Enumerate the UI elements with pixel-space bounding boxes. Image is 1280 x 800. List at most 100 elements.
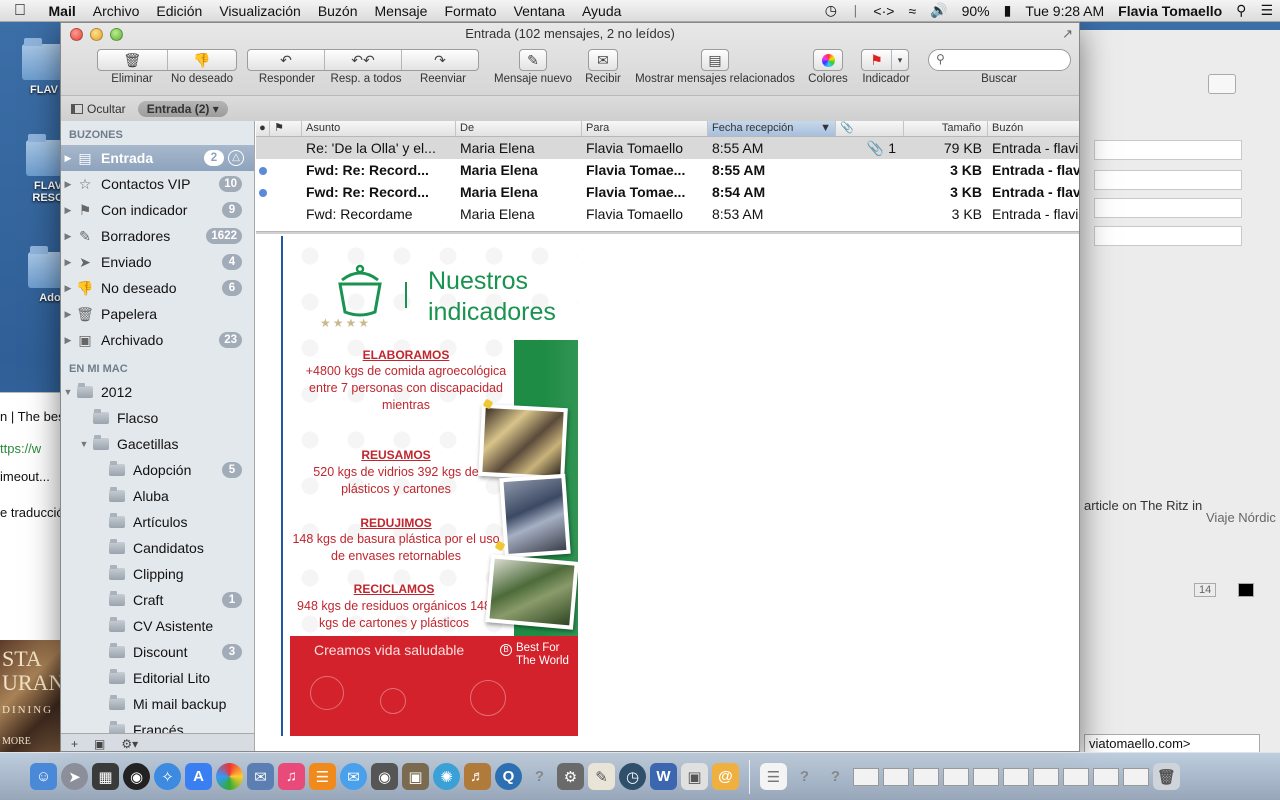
dashboard-icon[interactable]: ◉ — [123, 763, 150, 790]
safari-icon[interactable]: ✧ — [154, 763, 181, 790]
menu-buzon[interactable]: Buzón — [309, 3, 366, 19]
clock[interactable]: Tue 9:28 AM — [1018, 3, 1111, 19]
time-machine-dock-icon[interactable]: ◷ — [619, 763, 646, 790]
menu-ventana[interactable]: Ventana — [505, 3, 573, 19]
sidebar-item-adopción[interactable]: Adopción 5 — [61, 457, 254, 483]
time-machine-icon[interactable]: ◷ — [818, 2, 844, 19]
disclosure-closed-icon[interactable]: ▶ — [61, 335, 75, 346]
minimized-window-icon[interactable] — [883, 767, 909, 786]
junk-button[interactable]: 👎 — [168, 50, 237, 70]
app-store-icon[interactable]: A — [185, 763, 212, 790]
disclosure-open-icon[interactable]: ▼ — [77, 439, 91, 449]
user-name[interactable]: Flavia Tomaello — [1111, 3, 1229, 19]
minimized-window-icon[interactable] — [973, 767, 999, 786]
disclosure-closed-icon[interactable]: ▶ — [61, 309, 75, 320]
sidebar-item-gacetillas[interactable]: ▼ Gacetillas — [61, 431, 254, 457]
bg-field[interactable] — [1094, 170, 1242, 190]
mailbox-column-header[interactable]: Buzón — [988, 121, 1079, 136]
volume-icon[interactable]: 🔊 — [923, 2, 954, 19]
chevron-down-icon[interactable]: ▾ — [892, 50, 908, 70]
minimized-window-icon[interactable] — [1033, 767, 1059, 786]
preview-icon[interactable]: ▣ — [681, 763, 708, 790]
apple-menu-icon[interactable]:  — [0, 2, 40, 20]
itunes-icon[interactable]: ♫ — [278, 763, 305, 790]
facetime-icon[interactable]: ◉ — [371, 763, 398, 790]
sidebar-item-francés[interactable]: Francés — [61, 717, 254, 733]
get-mail-button[interactable]: ✉ — [588, 49, 618, 71]
subject-column-header[interactable]: Asunto — [302, 121, 456, 136]
fullscreen-icon[interactable]: ↗ — [1062, 26, 1073, 42]
menu-ayuda[interactable]: Ayuda — [573, 3, 629, 19]
bg-window-button[interactable] — [1208, 74, 1236, 94]
colors-button[interactable] — [813, 49, 843, 71]
battery-percent[interactable]: 90% — [955, 3, 997, 19]
spotlight-icon[interactable]: ⚲ — [1229, 2, 1253, 19]
network-icon[interactable]: ✺ — [433, 763, 460, 790]
disclosure-closed-icon[interactable]: ▶ — [61, 179, 75, 190]
background-compose-window[interactable]: article on The Ritz in Viaje Nórdic 14 v… — [1080, 30, 1280, 752]
minimized-window-icon[interactable] — [1063, 767, 1089, 786]
hide-sidebar-button[interactable]: Ocultar — [71, 102, 126, 116]
attachment-column-header[interactable]: 📎 — [836, 121, 904, 136]
flag-button[interactable]: ⚑ ▾ — [861, 49, 909, 71]
sidebar-item-editorial-lito[interactable]: Editorial Lito — [61, 665, 254, 691]
menu-mensaje[interactable]: Mensaje — [366, 3, 436, 19]
to-column-header[interactable]: Para — [582, 121, 708, 136]
quicktime-icon[interactable]: Q — [495, 763, 522, 790]
iphoto-icon[interactable]: ▣ — [402, 763, 429, 790]
gear-icon[interactable]: ⚙▾ — [121, 737, 138, 751]
reply-all-button[interactable]: ↶↶ — [325, 50, 402, 70]
favorite-inbox-button[interactable]: Entrada (2) ▾ — [137, 100, 228, 117]
unknown-app-icon[interactable]: ? — [822, 763, 849, 790]
reply-button[interactable]: ↶ — [248, 50, 325, 70]
word-icon[interactable]: W — [650, 763, 677, 790]
ibooks-icon[interactable]: ☰ — [309, 763, 336, 790]
bg-color-swatch[interactable] — [1238, 583, 1254, 597]
menu-edicion[interactable]: Edición — [148, 3, 211, 19]
sidebar-item-aluba[interactable]: Aluba — [61, 483, 254, 509]
minimized-window-icon[interactable] — [853, 767, 879, 786]
add-mailbox-icon[interactable]: + — [71, 737, 78, 751]
search-field[interactable]: ⚲ — [928, 49, 1071, 71]
contacts-icon[interactable]: @ — [712, 763, 739, 790]
sidebar-item-craft[interactable]: Craft 1 — [61, 587, 254, 613]
sidebar-item-archivado[interactable]: ▶ ▣ Archivado 23 — [61, 327, 254, 353]
forward-button[interactable]: ↷ — [402, 50, 478, 70]
sidebar-item-mi-mail-backup[interactable]: Mi mail backup — [61, 691, 254, 717]
unknown-app-icon[interactable]: ? — [791, 763, 818, 790]
sidebar-item-papelera[interactable]: ▶ 🗑 Papelera — [61, 301, 254, 327]
minimized-window-icon[interactable] — [1003, 767, 1029, 786]
sidebar-item-entrada[interactable]: ▶ ▤ Entrada 2 △ — [61, 145, 254, 171]
size-column-header[interactable]: Tamaño — [904, 121, 988, 136]
system-preferences-icon[interactable]: ⚙ — [557, 763, 584, 790]
sidebar-item-borradores[interactable]: ▶ ✎ Borradores 1622 — [61, 223, 254, 249]
bg-field[interactable] — [1094, 198, 1242, 218]
disclosure-closed-icon[interactable]: ▶ — [61, 231, 75, 242]
bg-field[interactable] — [1094, 140, 1242, 160]
message-row[interactable]: Fwd: Re: Record... Maria Elena Flavia Toma… — [256, 181, 1079, 203]
textedit-icon[interactable]: ✎ — [588, 763, 615, 790]
wifi-icon[interactable]: ≈ — [901, 3, 923, 19]
finder-icon[interactable]: ☺ — [30, 763, 57, 790]
mail-app-icon[interactable]: ✉ — [247, 763, 274, 790]
unknown-app-icon[interactable]: ? — [526, 763, 553, 790]
disclosure-closed-icon[interactable]: ▶ — [61, 205, 75, 216]
menu-formato[interactable]: Formato — [436, 3, 505, 19]
date-column-header[interactable]: Fecha recepción ▼ — [708, 121, 836, 136]
minimized-window-icon[interactable] — [943, 767, 969, 786]
messages-icon[interactable]: ✉ — [340, 763, 367, 790]
bg-field[interactable] — [1094, 226, 1242, 246]
minimized-window-icon[interactable] — [1123, 767, 1149, 786]
sidebar-item-candidatos[interactable]: Candidatos — [61, 535, 254, 561]
disclosure-closed-icon[interactable]: ▶ — [61, 257, 75, 268]
sidebar-item-artículos[interactable]: Artículos — [61, 509, 254, 535]
sidebar-item-con-indicador[interactable]: ▶ ⚑ Con indicador 9 — [61, 197, 254, 223]
sidebar-item-clipping[interactable]: Clipping — [61, 561, 254, 587]
menu-archivo[interactable]: Archivo — [84, 3, 148, 19]
menu-app-name[interactable]: Mail — [40, 3, 84, 19]
garageband-icon[interactable]: ♬ — [464, 763, 491, 790]
bg-font-size[interactable]: 14 — [1194, 583, 1217, 597]
minimized-window-icon[interactable] — [1093, 767, 1119, 786]
battery-icon[interactable]: ▮ — [997, 2, 1019, 19]
document-icon[interactable]: ☰ — [760, 763, 787, 790]
